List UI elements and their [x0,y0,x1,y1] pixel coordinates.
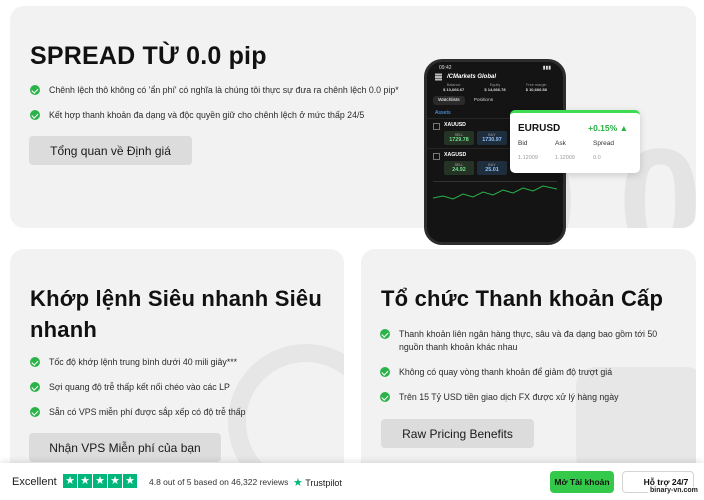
metric-free-margin: Free margin $ 10,666.58 [525,83,547,92]
bullet-text: Không có quay vòng thanh khoản để giảm đ… [399,367,613,377]
phone-status-bar: 09:42 ▮▮▮ [427,62,563,71]
liquidity-card: Tổ chức Thanh khoản Cấp Thanh khoản liên… [361,249,696,479]
app-header: /CMarkets Global [427,71,563,83]
liquidity-bullet-list: Thanh khoản liên ngân hàng thực, sâu và … [380,328,680,416]
tab-watchlists[interactable]: Watchlists [433,96,465,105]
bullet-text: Sẵn có VPS miễn phí được sắp xếp có độ t… [49,407,246,417]
list-item: Sẵn có VPS miễn phí được sắp xếp có độ t… [30,406,330,419]
app-brand: /CMarkets Global [447,74,497,80]
quote-symbol: EURUSD [518,123,561,134]
asset-symbol: XAUUSD [444,122,466,128]
price-chart-graphic [432,185,558,200]
check-icon [30,85,40,95]
sticky-footer: Excellent ★ ★ ★ ★ ★ 4.8 out of 5 based o… [0,463,704,500]
checkbox[interactable] [433,123,440,130]
app-tabs: Watchlists Positions [433,96,557,105]
spread-label: Spread [593,140,614,147]
check-icon [380,392,390,402]
bullet-text: Kết hợp thanh khoản đa dạng và độc quyền… [49,110,365,120]
ask-value: 1.12009 [555,155,575,161]
check-icon [30,110,40,120]
trustpilot-rating-text: 4.8 out of 5 based on 46,322 reviews [149,477,289,487]
raw-pricing-benefits-button[interactable]: Raw Pricing Benefits [381,419,534,448]
star-icon: ★ [108,474,122,488]
buy-button[interactable]: BUY 1730.97 [477,131,507,145]
execution-card: Khớp lệnh Siêu nhanh Siêu nhanh Tốc độ k… [10,249,344,479]
list-item: Sợi quang độ trễ thấp kết nối chéo vào c… [30,381,330,394]
execution-title: Khớp lệnh Siêu nhanh Siêu nhanh [30,286,322,342]
eurusd-quote-card: EURUSD +0.15% ▲ Bid Ask Spread 1.12009 1… [510,110,640,173]
free-vps-button[interactable]: Nhận VPS Miễn phí của bạn [29,433,221,462]
star-icon: ★ [63,474,77,488]
list-item: Tốc độ khớp lệnh trung bình dưới 40 mili… [30,356,330,369]
tab-positions[interactable]: Positions [469,96,498,105]
asset-symbol: XAGUSD [444,152,467,158]
checkbox[interactable] [433,153,440,160]
check-icon [380,329,390,339]
check-icon [30,407,40,417]
check-icon [30,357,40,367]
quote-change: +0.15% ▲ [588,123,628,133]
spread-value: 0.0 [593,155,601,161]
site-watermark: binary-vn.com [648,487,700,494]
list-item: Thanh khoản liên ngân hàng thực, sâu và … [380,328,680,354]
buy-button[interactable]: BUY 25.01 [477,161,507,175]
signal-icon: ▮▮▮ [542,65,551,71]
liquidity-title: Tổ chức Thanh khoản Cấp [381,286,664,311]
account-metrics: Balance $ 13,666.67 Equity $ 14,666.78 Fre… [427,83,563,92]
check-icon [380,367,390,377]
star-icon: ★ [78,474,92,488]
sell-button[interactable]: SELL 1729.78 [444,131,474,145]
trustpilot-star-icon: ★ [293,477,303,489]
check-icon [30,382,40,392]
pricing-overview-button[interactable]: Tổng quan về Định giá [29,136,192,165]
phone-time: 09:42 [439,65,452,71]
bullet-text: Chênh lệch thô không có 'ẩn phí' có nghĩ… [49,85,399,95]
mini-chart [432,181,558,204]
list-item: Trên 15 Tỷ USD tiền giao dịch FX được xử… [380,391,680,404]
ask-label: Ask [555,140,566,147]
bullet-text: Trên 15 Tỷ USD tiền giao dịch FX được xử… [399,392,619,402]
menu-icon[interactable] [435,76,442,78]
trustpilot-rating-word: Excellent [12,476,57,488]
trustpilot-logo[interactable]: ★ Trustpilot [293,476,342,489]
metric-balance: Balance $ 13,666.67 [443,83,465,92]
bullet-text: Tốc độ khớp lệnh trung bình dưới 40 mili… [49,357,238,367]
star-icon: ★ [123,474,137,488]
list-item: Không có quay vòng thanh khoản để giảm đ… [380,366,680,379]
list-item: Chênh lệch thô không có 'ẩn phí' có nghĩ… [30,84,430,97]
bid-value: 1.12009 [518,155,538,161]
spread-bullet-list: Chênh lệch thô không có 'ẩn phí' có nghĩ… [30,84,430,134]
metric-equity: Equity $ 14,666.78 [484,83,506,92]
trustpilot-stars: ★ ★ ★ ★ ★ [63,474,137,488]
bullet-text: Sợi quang độ trễ thấp kết nối chéo vào c… [49,382,230,392]
list-item: Kết hợp thanh khoản đa dạng và độc quyền… [30,109,430,122]
star-icon: ★ [93,474,107,488]
bid-label: Bid [518,140,528,147]
arrow-up-icon: ▲ [619,123,628,133]
execution-bullet-list: Tốc độ khớp lệnh trung bình dưới 40 mili… [30,356,330,431]
sell-button[interactable]: SELL 24.92 [444,161,474,175]
open-account-button[interactable]: Mở Tài khoản [550,471,614,493]
spread-title: SPREAD TỪ 0.0 pip [30,42,267,70]
bullet-text: Thanh khoản liên ngân hàng thực, sâu và … [399,329,658,352]
